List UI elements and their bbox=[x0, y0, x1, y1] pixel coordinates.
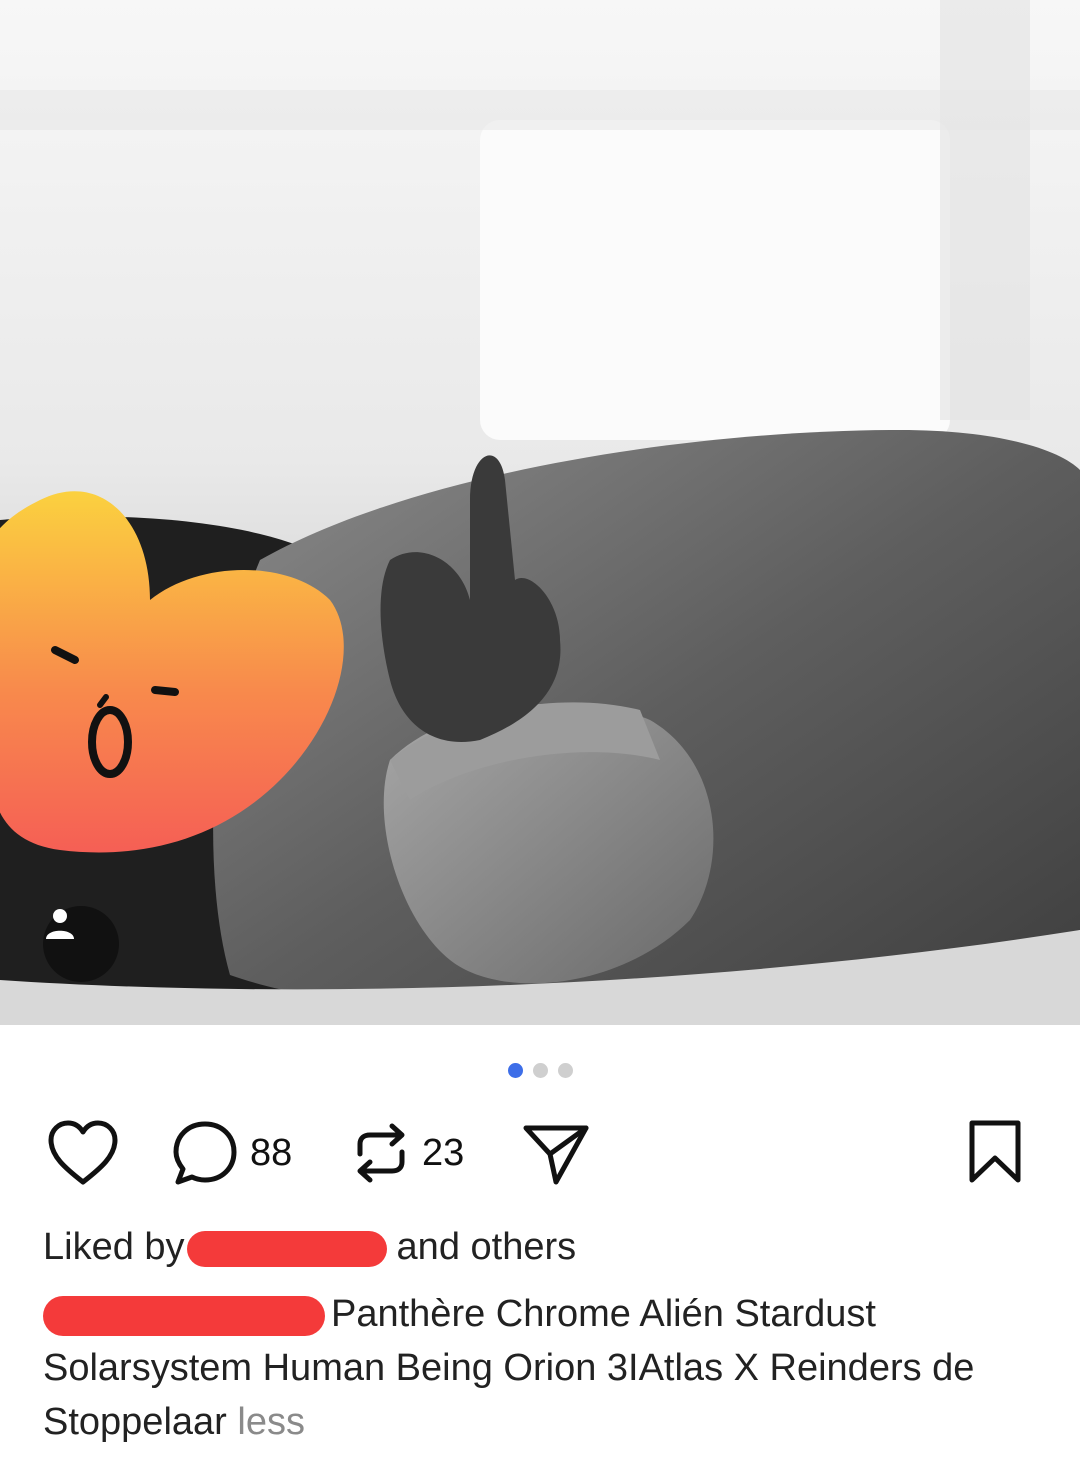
redacted-username bbox=[186, 1230, 387, 1267]
bookmark-outline-icon bbox=[969, 1120, 1021, 1183]
liked-by-prefix: Liked by bbox=[43, 1226, 185, 1268]
redacted-author-name[interactable] bbox=[43, 1295, 325, 1336]
send-paper-plane-icon bbox=[523, 1125, 589, 1185]
post-action-bar: 88 23 bbox=[0, 1118, 1080, 1198]
carousel-dot bbox=[532, 1063, 548, 1078]
person-icon bbox=[46, 909, 74, 939]
repost-icon bbox=[357, 1123, 405, 1183]
carousel-dot bbox=[557, 1063, 573, 1078]
repost-count: 23 bbox=[422, 1131, 465, 1174]
like-button[interactable] bbox=[45, 1118, 121, 1188]
caption-less-link[interactable]: less bbox=[237, 1401, 305, 1443]
post-photo-illustration bbox=[0, 0, 1080, 1025]
heart-outline-icon bbox=[48, 1120, 118, 1185]
comment-count: 88 bbox=[250, 1131, 293, 1174]
comment-bubble-icon bbox=[173, 1121, 237, 1185]
post-image[interactable] bbox=[0, 0, 1080, 1025]
liked-by-suffix: and others bbox=[396, 1226, 577, 1268]
tagged-users-button[interactable] bbox=[43, 906, 119, 982]
carousel-indicator bbox=[0, 1063, 1080, 1078]
repost-button[interactable]: 23 bbox=[350, 1118, 464, 1188]
liked-by-line[interactable]: Liked by and others bbox=[43, 1226, 576, 1269]
comment-button[interactable]: 88 bbox=[170, 1118, 292, 1188]
carousel-dot-active bbox=[507, 1063, 523, 1078]
bookmark-button[interactable] bbox=[964, 1118, 1026, 1188]
share-button[interactable] bbox=[520, 1118, 592, 1188]
post-caption: Panthère Chrome Alién Stardust Solarsyst… bbox=[43, 1287, 1043, 1449]
